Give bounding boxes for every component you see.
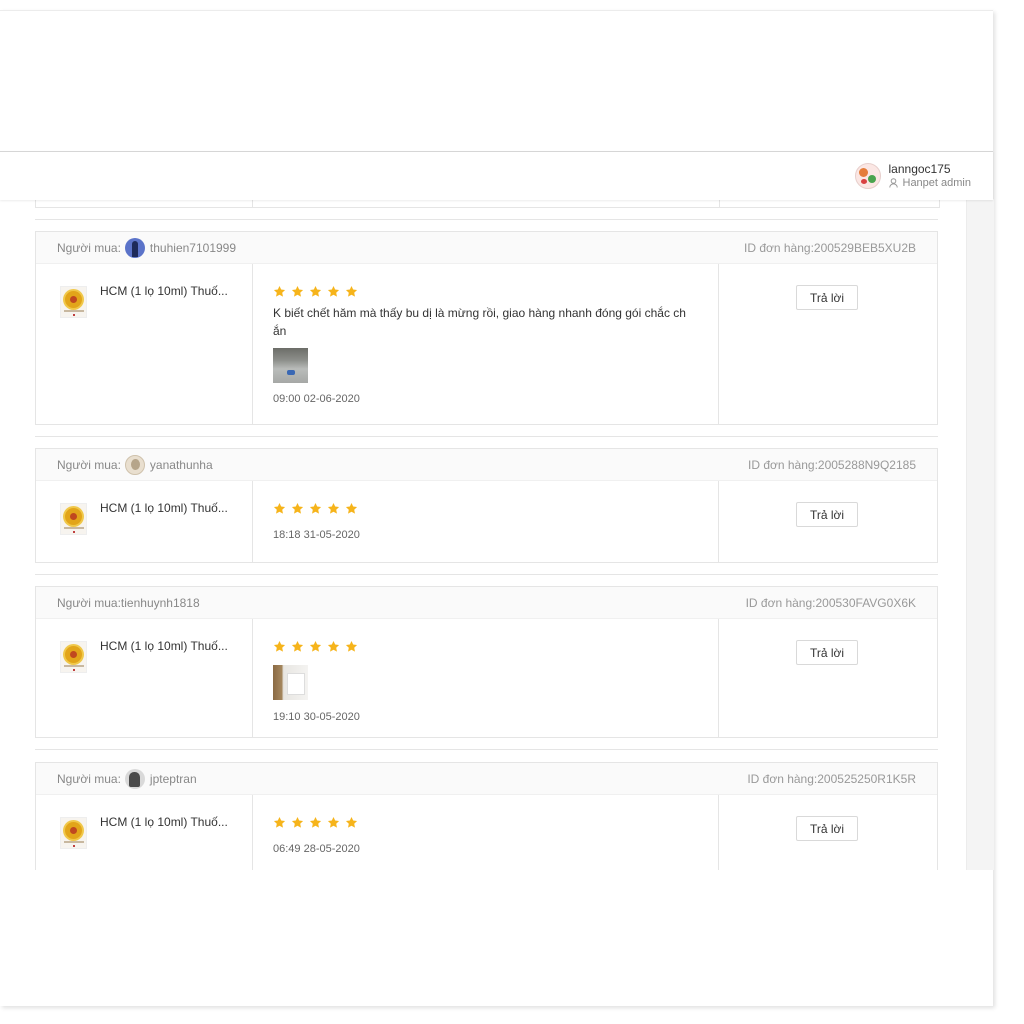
product-thumbnail[interactable]	[60, 286, 87, 318]
username: lanngoc175	[888, 162, 951, 176]
star-icon	[273, 640, 286, 653]
user-role: Hanpet admin	[888, 176, 972, 190]
product-thumbnail[interactable]	[60, 641, 87, 673]
review-card: Người mua: thuhien7101999 ID đơn hàng:20…	[35, 231, 938, 425]
action-cell: Trả lời	[719, 795, 937, 870]
buyer-label: Người mua:	[57, 457, 121, 472]
buyer-avatar	[124, 237, 145, 258]
product-thumbnail[interactable]	[60, 817, 87, 849]
buyer-label: Người mua:	[57, 240, 121, 255]
review-cell: 06:49 28-05-2020	[253, 795, 719, 870]
review-date: 06:49 28-05-2020	[273, 843, 360, 855]
star-icon	[327, 502, 340, 515]
review-image[interactable]	[273, 665, 308, 700]
order-id: ID đơn hàng:200530FAVG0X6K	[745, 595, 916, 610]
star-icon	[327, 285, 340, 298]
top-navbar: lanngoc175 Hanpet admin	[0, 151, 993, 200]
star-icon	[273, 285, 286, 298]
buyer-name[interactable]: yanathunha	[150, 458, 213, 472]
review-card-header: Người mua: thuhien7101999 ID đơn hàng:20…	[36, 232, 937, 264]
star-icon	[345, 816, 358, 829]
review-date: 18:18 31-05-2020	[273, 529, 360, 541]
action-cell: Trả lời	[719, 481, 937, 562]
star-icon	[345, 285, 358, 298]
reply-button[interactable]: Trả lời	[796, 285, 858, 310]
order-id: ID đơn hàng:200525250R1K5R	[747, 771, 916, 786]
reply-button[interactable]: Trả lời	[796, 640, 858, 665]
buyer-label: Người mua:	[57, 771, 121, 786]
review-date: 09:00 02-06-2020	[273, 393, 360, 405]
review-card-header: Người mua: yanathunha ID đơn hàng:200528…	[36, 449, 937, 481]
scrollbar-track[interactable]	[966, 199, 994, 870]
divider	[35, 574, 938, 575]
reply-button[interactable]: Trả lời	[796, 502, 858, 527]
star-icon	[291, 502, 304, 515]
product-cell: HCM (1 lọ 10ml) Thuố...	[36, 264, 253, 424]
reviews-list: Người mua: thuhien7101999 ID đơn hàng:20…	[8, 199, 966, 870]
buyer-avatar	[124, 768, 145, 789]
star-icon	[273, 816, 286, 829]
buyer-label[interactable]: Người mua:tienhuynh1818	[57, 596, 200, 610]
divider	[35, 436, 938, 437]
review-cell: K biết chết hăm mà thấy bu dị là mừng rồ…	[253, 264, 719, 424]
avatar	[854, 163, 881, 189]
star-icon	[291, 285, 304, 298]
star-icon	[309, 816, 322, 829]
star-icon	[291, 816, 304, 829]
review-cell: 18:18 31-05-2020	[253, 481, 719, 562]
star-icon	[345, 502, 358, 515]
user-role-label: Hanpet admin	[902, 177, 972, 189]
review-comment: K biết chết hăm mà thấy bu dị là mừng rồ…	[273, 306, 686, 338]
buyer-avatar	[124, 454, 145, 475]
product-cell: HCM (1 lọ 10ml) Thuố...	[36, 795, 253, 870]
star-icon	[327, 640, 340, 653]
product-cell: HCM (1 lọ 10ml) Thuố...	[36, 481, 253, 562]
star-icon	[345, 640, 358, 653]
review-card: Người mua:tienhuynh1818 ID đơn hàng:2005…	[35, 586, 938, 738]
review-image[interactable]	[273, 348, 308, 383]
product-name[interactable]: HCM (1 lọ 10ml) Thuố...	[100, 501, 228, 515]
divider	[35, 749, 938, 750]
order-id: ID đơn hàng:200529BEB5XU2B	[744, 240, 916, 255]
review-card: Người mua: jpteptran ID đơn hàng:2005252…	[35, 762, 938, 870]
previous-review-card	[35, 199, 940, 208]
reply-button[interactable]: Trả lời	[796, 816, 858, 841]
blank-area	[0, 870, 993, 1004]
star-icon	[291, 640, 304, 653]
buyer-name[interactable]: thuhien7101999	[150, 241, 236, 255]
star-rating	[273, 815, 698, 829]
product-name[interactable]: HCM (1 lọ 10ml) Thuố...	[100, 815, 228, 829]
star-rating	[273, 284, 698, 298]
buyer-name[interactable]: jpteptran	[150, 772, 197, 786]
star-icon	[327, 816, 340, 829]
star-rating	[273, 501, 698, 515]
product-cell: HCM (1 lọ 10ml) Thuố...	[36, 619, 253, 737]
review-date: 19:10 30-05-2020	[273, 711, 360, 723]
review-card-header: Người mua: jpteptran ID đơn hàng:2005252…	[36, 763, 937, 795]
action-cell: Trả lời	[719, 264, 937, 424]
action-cell: Trả lời	[719, 619, 937, 737]
user-icon	[888, 178, 898, 188]
review-card: Người mua: yanathunha ID đơn hàng:200528…	[35, 448, 938, 563]
review-cell: 19:10 30-05-2020	[253, 619, 719, 737]
star-icon	[309, 502, 322, 515]
product-name[interactable]: HCM (1 lọ 10ml) Thuố...	[100, 639, 228, 653]
product-thumbnail[interactable]	[60, 503, 87, 535]
star-icon	[309, 640, 322, 653]
star-icon	[309, 285, 322, 298]
star-icon	[273, 502, 286, 515]
product-name[interactable]: HCM (1 lọ 10ml) Thuố...	[100, 284, 228, 298]
user-menu[interactable]: lanngoc175 Hanpet admin	[854, 160, 972, 192]
review-card-header: Người mua:tienhuynh1818 ID đơn hàng:2005…	[36, 587, 937, 619]
star-rating	[273, 639, 698, 653]
divider	[35, 219, 938, 220]
order-id: ID đơn hàng:2005288N9Q2185	[748, 457, 916, 472]
